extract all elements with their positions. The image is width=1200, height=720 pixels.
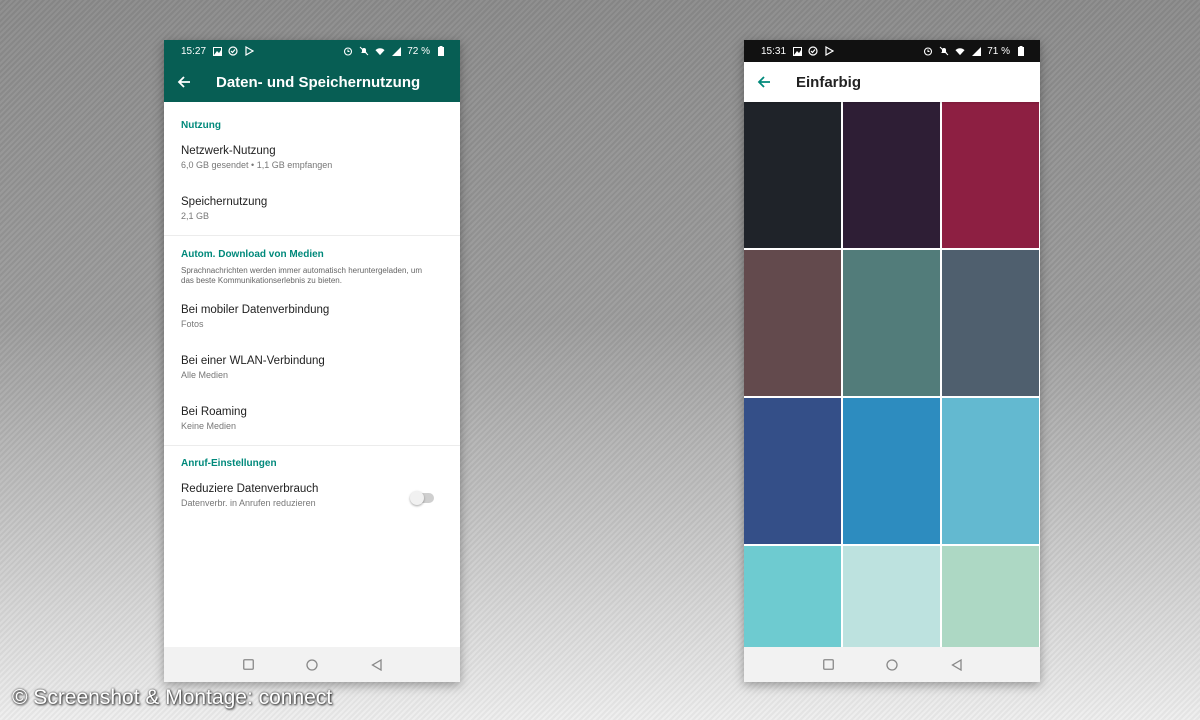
wifi-icon [955, 46, 965, 56]
color-swatch[interactable] [843, 102, 940, 248]
app-bar: Daten- und Speichernutzung [164, 62, 460, 102]
arrow-left-icon [757, 76, 770, 88]
setting-storage-usage[interactable]: Speichernutzung 2,1 GB [164, 179, 460, 230]
circle-icon [886, 658, 898, 671]
setting-subtitle: 2,1 GB [181, 211, 210, 221]
setting-subtitle: Datenverbr. in Anrufen reduzieren [181, 498, 316, 508]
status-bar: 15:27 72 % [164, 40, 460, 62]
back-button[interactable] [744, 75, 784, 89]
phone-data-storage-settings: 15:27 72 % Daten- und Speichernutzung Nu… [164, 40, 460, 682]
image-icon [792, 46, 802, 56]
triangle-back-icon [370, 658, 382, 671]
back-nav-button[interactable] [946, 655, 966, 675]
status-time: 15:27 [181, 45, 207, 57]
setting-roaming[interactable]: Bei Roaming Keine Medien [164, 389, 460, 440]
back-button[interactable] [164, 75, 204, 89]
play-store-icon [244, 46, 254, 56]
color-swatch[interactable] [942, 398, 1039, 544]
color-swatch[interactable] [843, 250, 940, 396]
setting-title: Speichernutzung [181, 196, 268, 208]
image-icon [212, 46, 222, 56]
setting-subtitle: Keine Medien [181, 421, 237, 431]
recents-button[interactable] [238, 655, 258, 675]
color-swatch[interactable] [942, 102, 1039, 248]
color-swatch[interactable] [744, 250, 841, 396]
section-header-call-settings: Anruf-Einstellungen [181, 458, 277, 469]
wifi-icon [375, 46, 385, 56]
play-store-icon [824, 46, 834, 56]
app-bar: Einfarbig [744, 62, 1040, 102]
color-swatch[interactable] [744, 102, 841, 248]
setting-reduce-data[interactable]: Reduziere Datenverbrauch Datenverbr. in … [164, 475, 460, 517]
battery-icon [1016, 46, 1026, 56]
section-description: Sprachnachrichten werden immer automatis… [181, 266, 423, 285]
check-circle-icon [228, 46, 238, 56]
setting-subtitle: Alle Medien [181, 370, 229, 380]
signal-icon [391, 46, 401, 56]
back-nav-button[interactable] [366, 655, 386, 675]
setting-title: Netzwerk-Nutzung [181, 145, 276, 157]
square-icon [822, 659, 834, 670]
page-title: Einfarbig [796, 73, 862, 91]
color-swatch-grid [744, 102, 1040, 682]
navigation-bar [164, 647, 460, 682]
battery-percent: 72 % [407, 45, 430, 57]
section-header-usage: Nutzung [181, 120, 221, 131]
reduce-data-toggle[interactable] [410, 491, 434, 505]
image-credit: © Screenshot & Montage: connect [12, 686, 333, 709]
navigation-bar [744, 647, 1040, 682]
battery-percent: 71 % [987, 45, 1010, 57]
settings-list: Nutzung Netzwerk-Nutzung 6,0 GB gesendet… [164, 102, 460, 517]
mute-icon [939, 46, 949, 56]
phone-solid-color-wallpaper: 15:31 71 % Einfarbig [744, 40, 1040, 682]
setting-wifi[interactable]: Bei einer WLAN-Verbindung Alle Medien [164, 338, 460, 389]
setting-title: Reduziere Datenverbrauch [181, 483, 319, 495]
page-title: Daten- und Speichernutzung [216, 73, 421, 91]
signal-icon [971, 46, 981, 56]
setting-subtitle: Fotos [181, 319, 204, 329]
setting-subtitle: 6,0 GB gesendet • 1,1 GB empfangen [181, 160, 333, 170]
alarm-icon [343, 46, 353, 56]
setting-network-usage[interactable]: Netzwerk-Nutzung 6,0 GB gesendet • 1,1 G… [164, 137, 460, 179]
setting-mobile-data[interactable]: Bei mobiler Datenverbindung Fotos [164, 286, 460, 338]
setting-title: Bei Roaming [181, 406, 247, 418]
toggle-knob [410, 491, 424, 505]
status-bar: 15:31 71 % [744, 40, 1040, 62]
circle-icon [306, 658, 318, 671]
recents-button[interactable] [818, 655, 838, 675]
color-swatch[interactable] [843, 398, 940, 544]
triangle-back-icon [950, 658, 962, 671]
section-header-auto-download: Autom. Download von Medien [181, 249, 324, 260]
color-swatch[interactable] [744, 398, 841, 544]
mute-icon [359, 46, 369, 56]
status-time: 15:31 [761, 45, 787, 57]
setting-title: Bei mobiler Datenverbindung [181, 304, 330, 316]
square-icon [242, 659, 254, 670]
check-circle-icon [808, 46, 818, 56]
arrow-left-icon [177, 76, 190, 88]
color-swatch[interactable] [942, 250, 1039, 396]
home-button[interactable] [302, 655, 322, 675]
home-button[interactable] [882, 655, 902, 675]
battery-icon [436, 46, 446, 56]
alarm-icon [923, 46, 933, 56]
setting-title: Bei einer WLAN-Verbindung [181, 355, 325, 367]
